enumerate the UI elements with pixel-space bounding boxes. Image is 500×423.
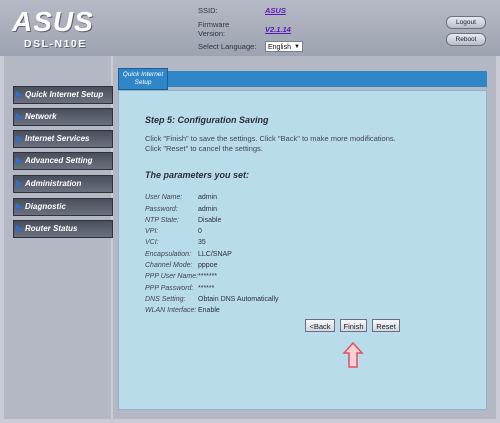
reboot-button[interactable]: Reboot <box>446 33 486 46</box>
sidebar-item-label: Advanced Setting <box>25 156 93 165</box>
tab-label-line1: Quick Internet <box>122 71 164 78</box>
param-value-password: admin <box>198 206 218 213</box>
sidebar-item-label: Administration <box>25 179 82 188</box>
param-label-dns-setting: DNS Setting: <box>145 296 186 303</box>
language-label: Select Language: <box>198 42 257 51</box>
param-value-vpi: 0 <box>198 228 202 235</box>
sidebar-item-quick-internet-setup[interactable]: Quick Internet Setup <box>13 86 113 104</box>
brand-logo-text: ASUS <box>12 6 94 37</box>
param-value-encapsulation: LLC/SNAP <box>198 251 232 258</box>
param-value-ppp-user-name: ******* <box>198 273 218 280</box>
sidebar-item-advanced-setting[interactable]: Advanced Setting <box>13 152 113 170</box>
param-label-ppp-user-name: PPP User Name: <box>145 273 199 280</box>
param-label-vci: VCI: <box>145 239 159 246</box>
firmware-label-line2: Version: <box>198 29 226 38</box>
param-value-dns-setting: Obtain DNS Automatically <box>198 296 279 303</box>
triangle-right-icon <box>16 113 22 121</box>
sidebar-item-router-status[interactable]: Router Status <box>13 220 113 238</box>
param-value-ntp-state: Disable <box>198 217 222 224</box>
param-value-vci: 35 <box>198 239 206 246</box>
sidebar-item-label: Internet Services <box>25 134 90 143</box>
param-value-ppp-password: ****** <box>198 285 215 292</box>
asus-logo: ASUS DSL-N10E <box>6 4 100 50</box>
param-label-encapsulation: Encapsulation: <box>145 251 191 258</box>
triangle-right-icon <box>16 157 22 165</box>
sidebar-item-label: Network <box>25 112 57 121</box>
triangle-right-icon <box>16 180 22 188</box>
up-arrow-icon <box>342 342 364 368</box>
header-bar: ASUS DSL-N10E SSID: ASUS Firmware Versio… <box>0 0 500 56</box>
param-label-wlan-interface: WLAN Interface: <box>145 307 197 314</box>
language-selected-value: English <box>268 44 291 51</box>
language-select[interactable]: English ▼ <box>265 41 303 52</box>
param-label-user-name: User Name: <box>145 194 183 201</box>
param-label-ntp-state: NTP State: <box>145 217 179 224</box>
firmware-label-line1: Firmware <box>198 20 230 29</box>
triangle-right-icon <box>16 135 22 143</box>
model-name: DSL-N10E <box>24 38 87 50</box>
param-label-password: Password: <box>145 206 178 213</box>
left-menu: Quick Internet Setup Network Internet Se… <box>4 56 113 419</box>
finish-button[interactable]: Finish <box>340 319 367 332</box>
sidebar-item-diagnostic[interactable]: Diagnostic <box>13 198 113 216</box>
param-value-user-name: admin <box>198 194 218 201</box>
sidebar-item-network[interactable]: Network <box>13 108 113 126</box>
param-label-channel-mode: Channel Mode: <box>145 262 193 269</box>
ssid-value-link[interactable]: ASUS <box>265 6 286 15</box>
router-admin-page: ASUS DSL-N10E SSID: ASUS Firmware Versio… <box>0 0 500 423</box>
step-title: Step 5: Configuration Saving <box>145 115 269 125</box>
triangle-right-icon <box>16 225 22 233</box>
tab-strip <box>118 71 487 87</box>
chevron-down-icon: ▼ <box>294 44 300 50</box>
sidebar-item-label: Router Status <box>25 224 78 233</box>
step-description: Click "Finish" to save the settings. Cli… <box>145 134 396 153</box>
sidebar-item-administration[interactable]: Administration <box>13 175 113 193</box>
ssid-label: SSID: <box>198 6 218 15</box>
param-label-ppp-password: PPP Password: <box>145 285 194 292</box>
tab-quick-internet-setup[interactable]: Quick Internet Setup <box>118 68 168 90</box>
sidebar-item-label: Diagnostic <box>25 202 66 211</box>
reset-button[interactable]: Reset <box>372 319 400 332</box>
tab-label-line2: Setup <box>134 79 152 86</box>
firmware-version-link[interactable]: V2.1.14 <box>265 25 291 34</box>
sidebar-item-internet-services[interactable]: Internet Services <box>13 130 113 148</box>
triangle-right-icon <box>16 203 22 211</box>
param-label-vpi: VPI: <box>145 228 159 235</box>
logout-button[interactable]: Logout <box>446 16 486 29</box>
sidebar-item-label: Quick Internet Setup <box>25 90 104 99</box>
triangle-right-icon <box>16 91 22 99</box>
back-button[interactable]: <Back <box>305 319 335 332</box>
param-value-channel-mode: pppoe <box>198 262 218 269</box>
param-value-wlan-interface: Enable <box>198 307 220 314</box>
params-heading: The parameters you set: <box>145 170 250 180</box>
